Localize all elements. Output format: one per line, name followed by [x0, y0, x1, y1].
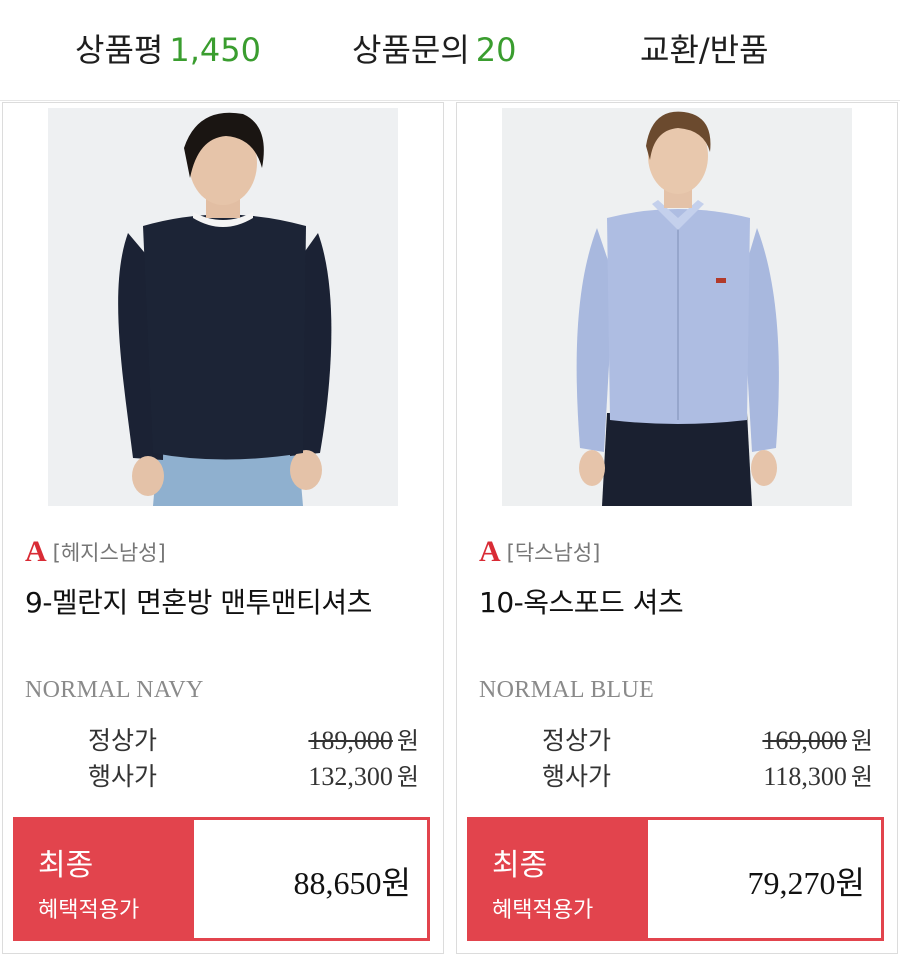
brand-logo: A: [25, 535, 47, 568]
product-option: NORMAL NAVY: [25, 677, 204, 703]
regular-price-row: 정상가 189,000 원: [3, 721, 443, 757]
sale-price-amount: 118,300: [763, 762, 847, 791]
tab-inquiries-label: 상품문의: [352, 31, 470, 69]
tab-reviews-count: 1,450: [169, 31, 261, 69]
regular-price-value: 189,000 원: [308, 721, 419, 756]
product-option: NORMAL BLUE: [479, 677, 655, 703]
currency-label: 원: [850, 727, 873, 755]
currency-label: 원: [396, 727, 419, 755]
tab-inquiries[interactable]: 상품문의 20: [352, 24, 516, 76]
tab-exchange-return-label: 교환/반품: [640, 31, 769, 69]
regular-price-label: 정상가: [542, 726, 612, 755]
brand-logo: A: [479, 535, 501, 568]
product-card[interactable]: A [닥스남성] 10-옥스포드 셔츠 NORMAL BLUE 정상가 169,0…: [456, 102, 898, 954]
final-price-value: 88,650원: [293, 865, 411, 901]
final-price-label-box: 최종 혜택적용가: [16, 820, 194, 938]
final-price-box: 최종 혜택적용가 88,650원: [13, 817, 430, 941]
brand-row: A [닥스남성]: [479, 535, 600, 571]
regular-price-row: 정상가 169,000 원: [457, 721, 897, 757]
tab-exchange-return[interactable]: 교환/반품: [640, 24, 769, 76]
review-tabs: 상품평 1,450 상품문의 20 교환/반품: [0, 0, 900, 101]
brand-name[interactable]: [헤지스남성]: [53, 537, 166, 567]
product-card[interactable]: A [헤지스남성] 9-멜란지 면혼방 맨투맨티셔츠 NORMAL NAVY 정상…: [2, 102, 444, 954]
regular-price-value: 169,000 원: [762, 721, 873, 756]
sale-price-amount: 132,300: [308, 762, 393, 791]
tab-reviews[interactable]: 상품평 1,450: [75, 24, 261, 76]
regular-price-amount: 169,000: [762, 726, 847, 755]
final-price-label-box: 최종 혜택적용가: [470, 820, 648, 938]
regular-price-amount: 189,000: [308, 726, 393, 755]
sale-price-value: 132,300 원: [308, 757, 419, 792]
currency-label: 원: [850, 763, 873, 791]
product-photo-sweatshirt: [48, 108, 398, 506]
brand-name[interactable]: [닥스남성]: [507, 537, 601, 567]
sale-price-label: 행사가: [542, 762, 612, 791]
currency-label: 원: [396, 763, 419, 791]
sale-price-label: 행사가: [88, 762, 158, 791]
sale-price-row: 행사가 132,300 원: [3, 757, 443, 793]
final-price-value: 79,270원: [747, 865, 865, 901]
final-label: 최종: [492, 848, 548, 883]
tab-inquiries-count: 20: [475, 31, 517, 69]
final-label: 최종: [38, 848, 94, 883]
product-photo-shirt: [502, 108, 852, 506]
final-price-box: 최종 혜택적용가 79,270원: [467, 817, 884, 941]
product-title[interactable]: 9-멜란지 면혼방 맨투맨티셔츠: [25, 581, 372, 621]
product-image[interactable]: [502, 108, 852, 506]
product-title[interactable]: 10-옥스포드 셔츠: [479, 581, 684, 621]
final-sublabel: 혜택적용가: [492, 898, 594, 923]
product-image[interactable]: [48, 108, 398, 506]
tab-reviews-label: 상품평: [75, 31, 164, 69]
brand-row: A [헤지스남성]: [25, 535, 166, 571]
regular-price-label: 정상가: [88, 726, 158, 755]
sale-price-value: 118,300 원: [763, 757, 873, 792]
final-sublabel: 혜택적용가: [38, 898, 140, 923]
sale-price-row: 행사가 118,300 원: [457, 757, 897, 793]
